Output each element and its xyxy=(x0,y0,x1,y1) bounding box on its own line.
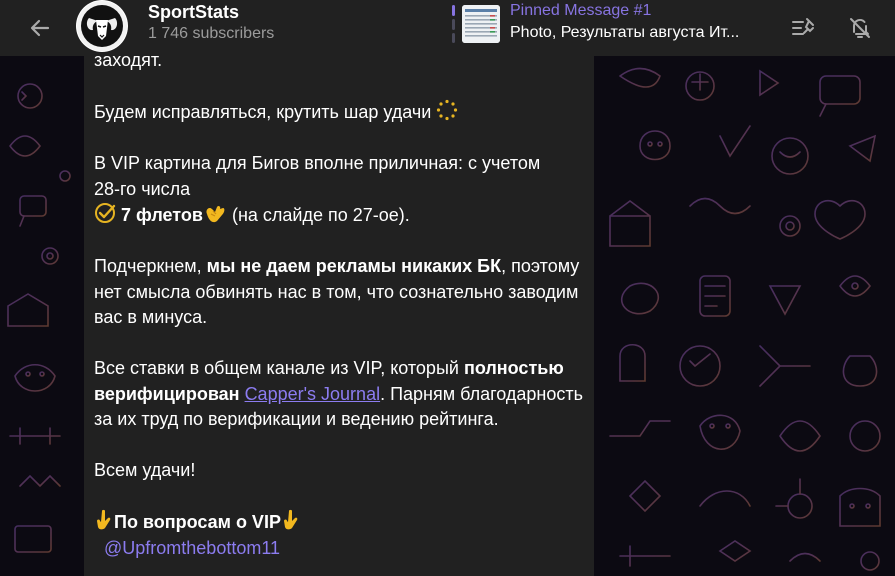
message-paragraph-1: Будем исправляться, крутить шар удачи xyxy=(94,99,588,126)
pinned-title: Pinned Message #1 xyxy=(510,2,652,19)
message-paragraph-3-bold: мы не даем рекламы никаких БК xyxy=(206,256,502,276)
bell-off-icon xyxy=(850,18,870,38)
pointing-down-icon xyxy=(97,509,111,530)
channel-title[interactable]: SportStats xyxy=(148,2,239,23)
message-paragraph-2: В VIP картина для Бигов вполне приличная… xyxy=(94,151,588,229)
pin-list-icon xyxy=(792,18,814,35)
mute-button[interactable] xyxy=(840,8,880,48)
pinned-preview-text: Photo, Результаты августа Ит... xyxy=(510,24,740,41)
message-paragraph-2-rest: (на слайде по 27-ое). xyxy=(231,205,410,225)
message-bubble: заходят. Будем исправляться, крутить шар… xyxy=(84,56,594,576)
checkmark-circle-icon xyxy=(95,203,116,223)
message-text: заходят. Будем исправляться, крутить шар… xyxy=(94,56,588,561)
vip-questions-label: По вопросам о VIP xyxy=(114,512,281,532)
dotted-circle-icon xyxy=(437,99,458,121)
pointing-down-icon xyxy=(283,509,298,530)
message-paragraph-4-text-a: Все ставки в общем канале из VIP, которы… xyxy=(94,358,464,378)
cappers-journal-link[interactable]: Capper's Journal xyxy=(245,384,381,404)
pinned-list-button[interactable] xyxy=(783,8,823,48)
back-button[interactable] xyxy=(20,8,60,48)
contact-mention-link[interactable]: @Upfromthebottom11 xyxy=(94,538,280,558)
message-paragraph-5: Всем удачи! xyxy=(94,460,196,480)
subscriber-count: 1 746 subscribers xyxy=(148,25,275,42)
message-paragraph-6: По вопросам о VIP @Upfromthebottom11 xyxy=(94,509,588,561)
message-paragraph-3: Подчеркнем, мы не даем рекламы никаких Б… xyxy=(94,254,588,331)
ram-logo-icon xyxy=(77,1,127,51)
message-paragraph-3-text-a: Подчеркнем, xyxy=(94,256,207,276)
pinned-thumbnail xyxy=(462,5,500,43)
pinned-message-bar[interactable]: Pinned Message #1 Photo, Результаты авгу… xyxy=(452,2,762,46)
message-line-fragment: заходят. xyxy=(94,56,163,70)
clapping-hands-icon xyxy=(206,205,225,223)
message-paragraph-1-text: Будем исправляться, крутить шар удачи xyxy=(94,102,432,122)
message-flats-count: 7 флетов xyxy=(121,205,203,225)
pinned-indicator xyxy=(452,5,455,43)
message-paragraph-2-line2: 28-го числа xyxy=(94,178,191,199)
top-bar: SportStats 1 746 subscribers Pinned Mess… xyxy=(0,0,895,56)
arrow-left-icon xyxy=(30,19,50,37)
channel-avatar[interactable] xyxy=(76,0,128,52)
message-paragraph-2-line1: В VIP картина для Бигов вполне приличная… xyxy=(94,153,541,173)
message-paragraph-4: Все ставки в общем канале из VIP, которы… xyxy=(94,356,588,433)
